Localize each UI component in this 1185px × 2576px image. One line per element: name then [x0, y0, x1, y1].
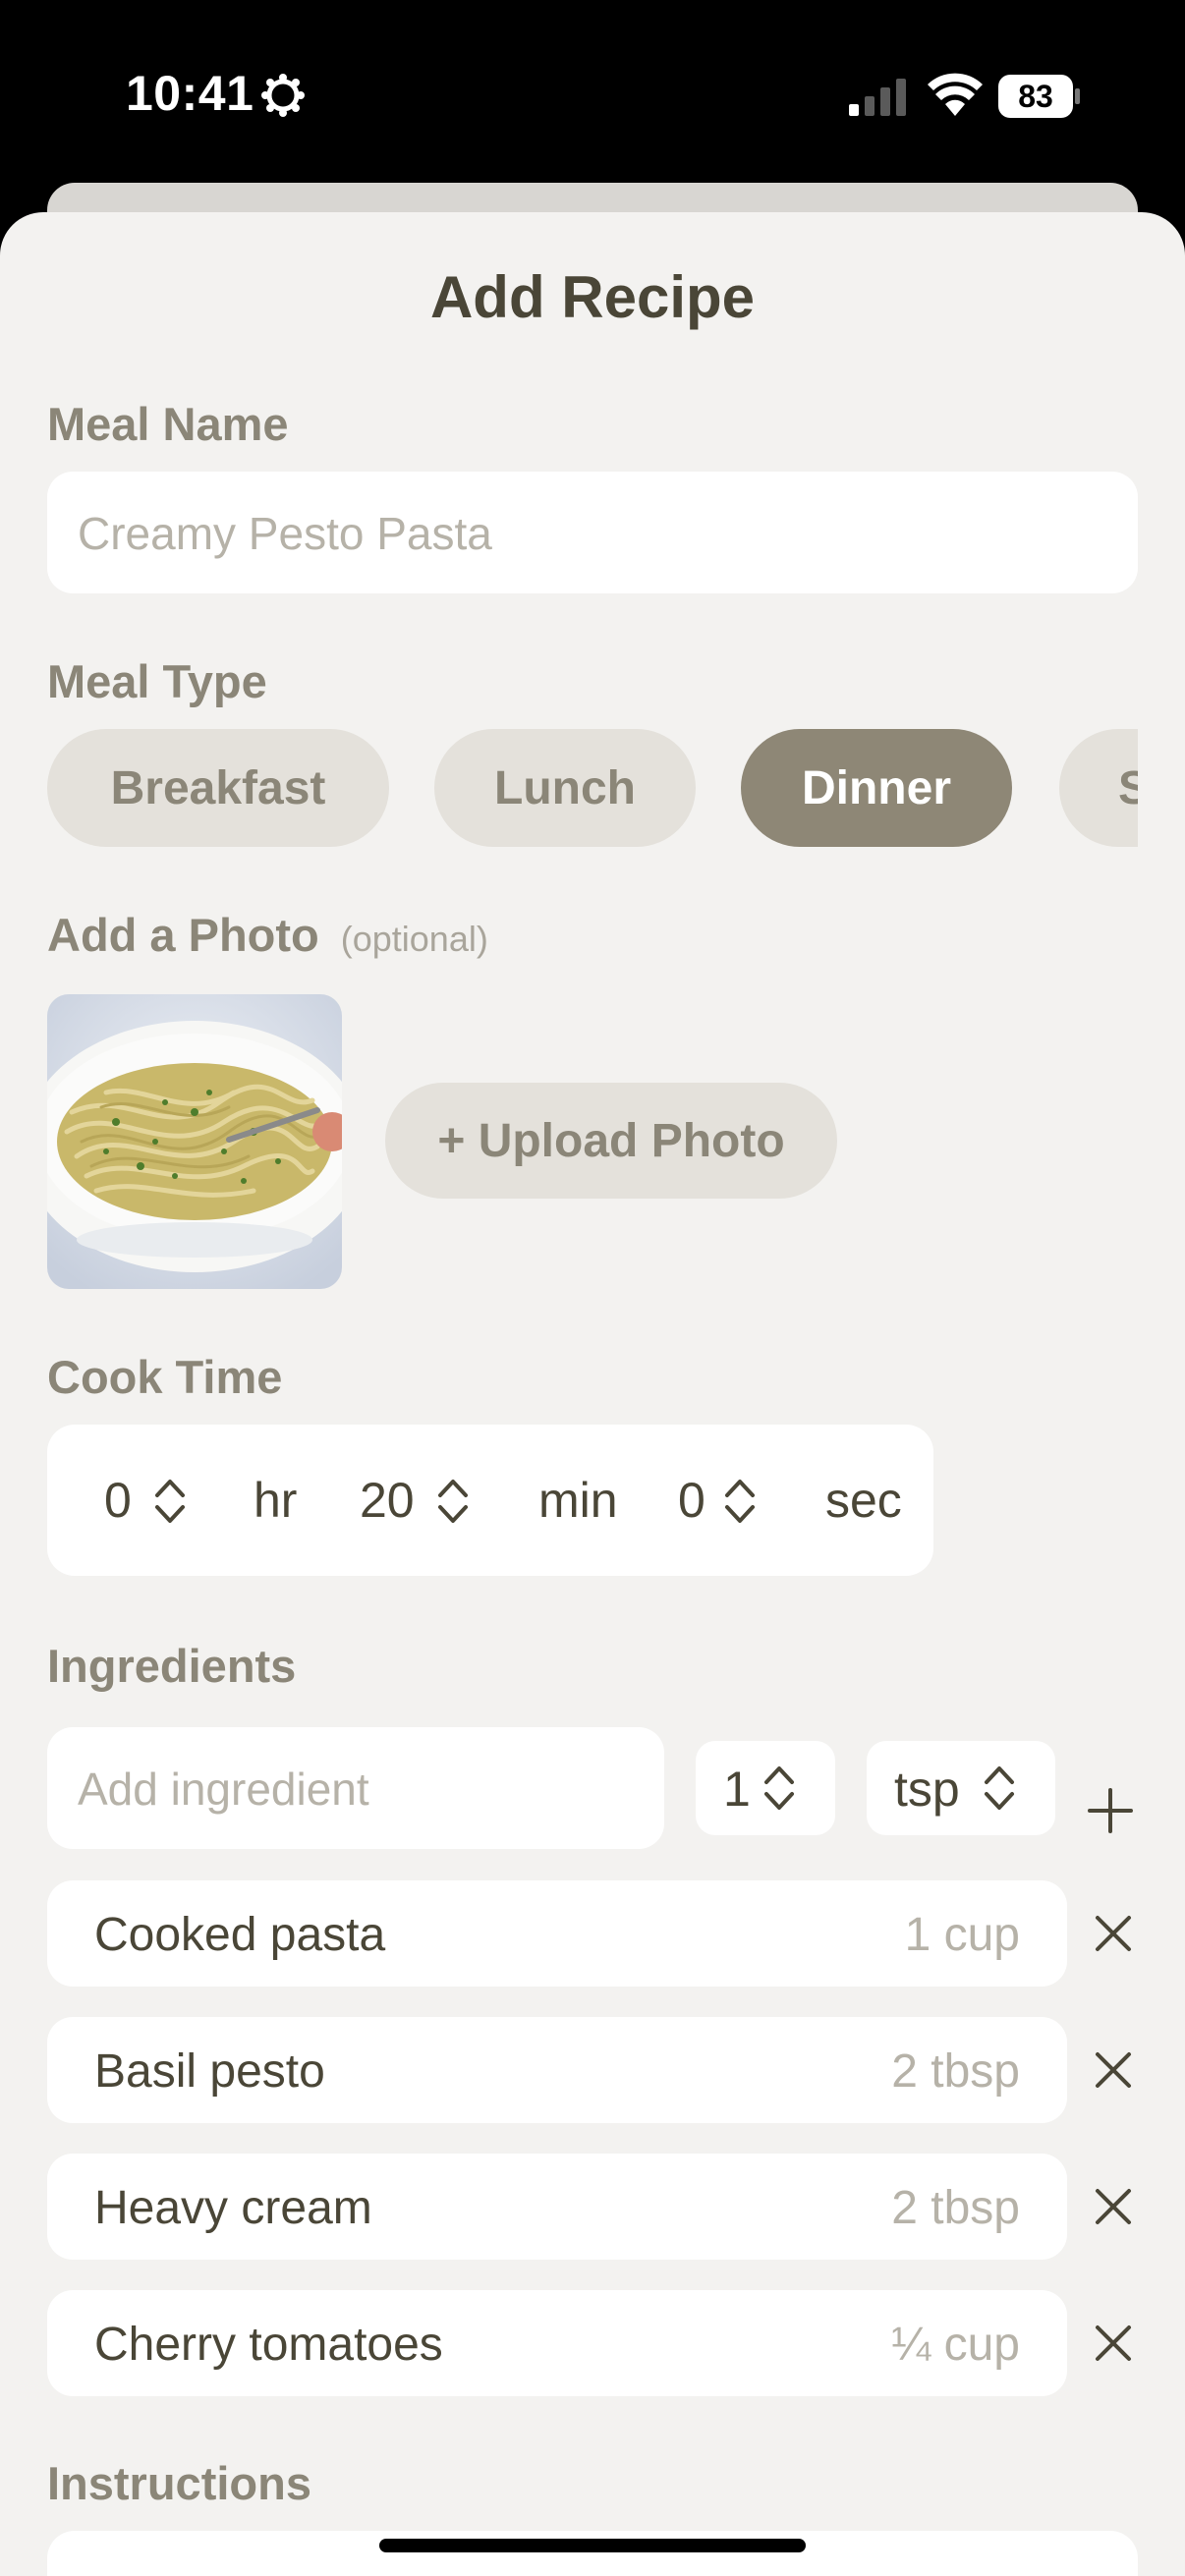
- ingredient-name: Cooked pasta: [94, 1909, 386, 1961]
- ingredient-unit-picker[interactable]: tsp: [867, 1741, 1055, 1835]
- ingredients-label: Ingredients: [47, 1640, 297, 1692]
- cook-time-label: Cook Time: [47, 1351, 283, 1403]
- ingredient-qty: 2 tbsp: [891, 2182, 1020, 2234]
- ingredient-row: Cooked pasta 1 cup: [47, 1880, 1067, 1987]
- remove-ingredient-icon[interactable]: [1094, 2187, 1133, 2226]
- ingredient-name: Cherry tomatoes: [94, 2319, 443, 2371]
- ingredient-name: Heavy cream: [94, 2182, 372, 2234]
- minutes-unit: min: [538, 1473, 618, 1528]
- meal-name-label: Meal Name: [47, 398, 289, 450]
- ingredient-row: Heavy cream 2 tbsp: [47, 2154, 1067, 2260]
- meal-type-snack[interactable]: S: [1059, 729, 1138, 847]
- ingredient-qty: ¼ cup: [891, 2319, 1020, 2371]
- upload-photo-button[interactable]: + Upload Photo: [385, 1083, 837, 1199]
- minutes-stepper-icon[interactable]: [436, 1474, 470, 1529]
- hours-unit: hr: [254, 1473, 298, 1528]
- minutes-value[interactable]: 20: [360, 1472, 415, 1529]
- meal-type-lunch[interactable]: Lunch: [434, 729, 696, 847]
- remove-ingredient-icon[interactable]: [1094, 1914, 1133, 1953]
- meal-type-selector: Breakfast Lunch Dinner S: [47, 729, 1138, 847]
- ingredient-qty: 1 cup: [904, 1909, 1020, 1961]
- optional-hint: (optional): [340, 919, 488, 959]
- ingredient-quantity-value: 1: [723, 1762, 751, 1817]
- battery-level: 83: [1018, 78, 1053, 114]
- ingredient-row: Cherry tomatoes ¼ cup: [47, 2290, 1067, 2396]
- cellular-signal-icon: [849, 79, 906, 116]
- meal-type-dinner[interactable]: Dinner: [741, 729, 1012, 847]
- meal-name-placeholder: Creamy Pesto Pasta: [78, 508, 492, 559]
- seconds-stepper-icon[interactable]: [723, 1474, 757, 1529]
- instructions-label: Instructions: [47, 2457, 311, 2509]
- add-recipe-sheet: Add Recipe Meal Name Creamy Pesto Pasta …: [0, 212, 1185, 2576]
- ingredient-unit-value: tsp: [894, 1762, 960, 1817]
- hours-stepper-icon[interactable]: [153, 1474, 187, 1529]
- hours-value[interactable]: 0: [104, 1472, 132, 1529]
- focus-mode-icon: [261, 74, 305, 117]
- photo-label-text: Add a Photo: [47, 909, 319, 961]
- meal-type-breakfast[interactable]: Breakfast: [47, 729, 389, 847]
- meal-type-label: Meal Type: [47, 655, 267, 707]
- quantity-stepper-icon: [764, 1766, 794, 1810]
- ingredient-qty: 2 tbsp: [891, 2045, 1020, 2098]
- add-ingredient-input[interactable]: Add ingredient: [47, 1727, 664, 1849]
- recipe-photo[interactable]: [47, 994, 342, 1289]
- instructions-input[interactable]: [47, 2531, 1138, 2576]
- remove-ingredient-icon[interactable]: [1094, 2324, 1133, 2363]
- add-ingredient-plus-icon[interactable]: [1088, 1788, 1133, 1833]
- remove-ingredient-icon[interactable]: [1094, 2050, 1133, 2090]
- status-time: 10:41: [126, 66, 254, 121]
- home-indicator[interactable]: [379, 2539, 806, 2552]
- ingredient-name: Basil pesto: [94, 2045, 325, 2098]
- status-bar: 10:41 83: [0, 0, 1185, 187]
- seconds-unit: sec: [825, 1473, 902, 1528]
- seconds-value[interactable]: 0: [678, 1472, 705, 1529]
- unit-stepper-icon: [985, 1766, 1014, 1810]
- meal-name-input[interactable]: Creamy Pesto Pasta: [47, 472, 1138, 593]
- wifi-icon: [928, 73, 983, 116]
- photo-label: Add a Photo (optional): [47, 908, 488, 962]
- add-ingredient-placeholder: Add ingredient: [78, 1764, 369, 1815]
- pasta-photo-image: [47, 994, 342, 1289]
- ingredient-row: Basil pesto 2 tbsp: [47, 2017, 1067, 2123]
- cook-time-picker: 0 hr 20 min 0 sec: [47, 1425, 933, 1576]
- page-title: Add Recipe: [429, 264, 756, 330]
- ingredient-quantity-picker[interactable]: 1: [696, 1741, 835, 1835]
